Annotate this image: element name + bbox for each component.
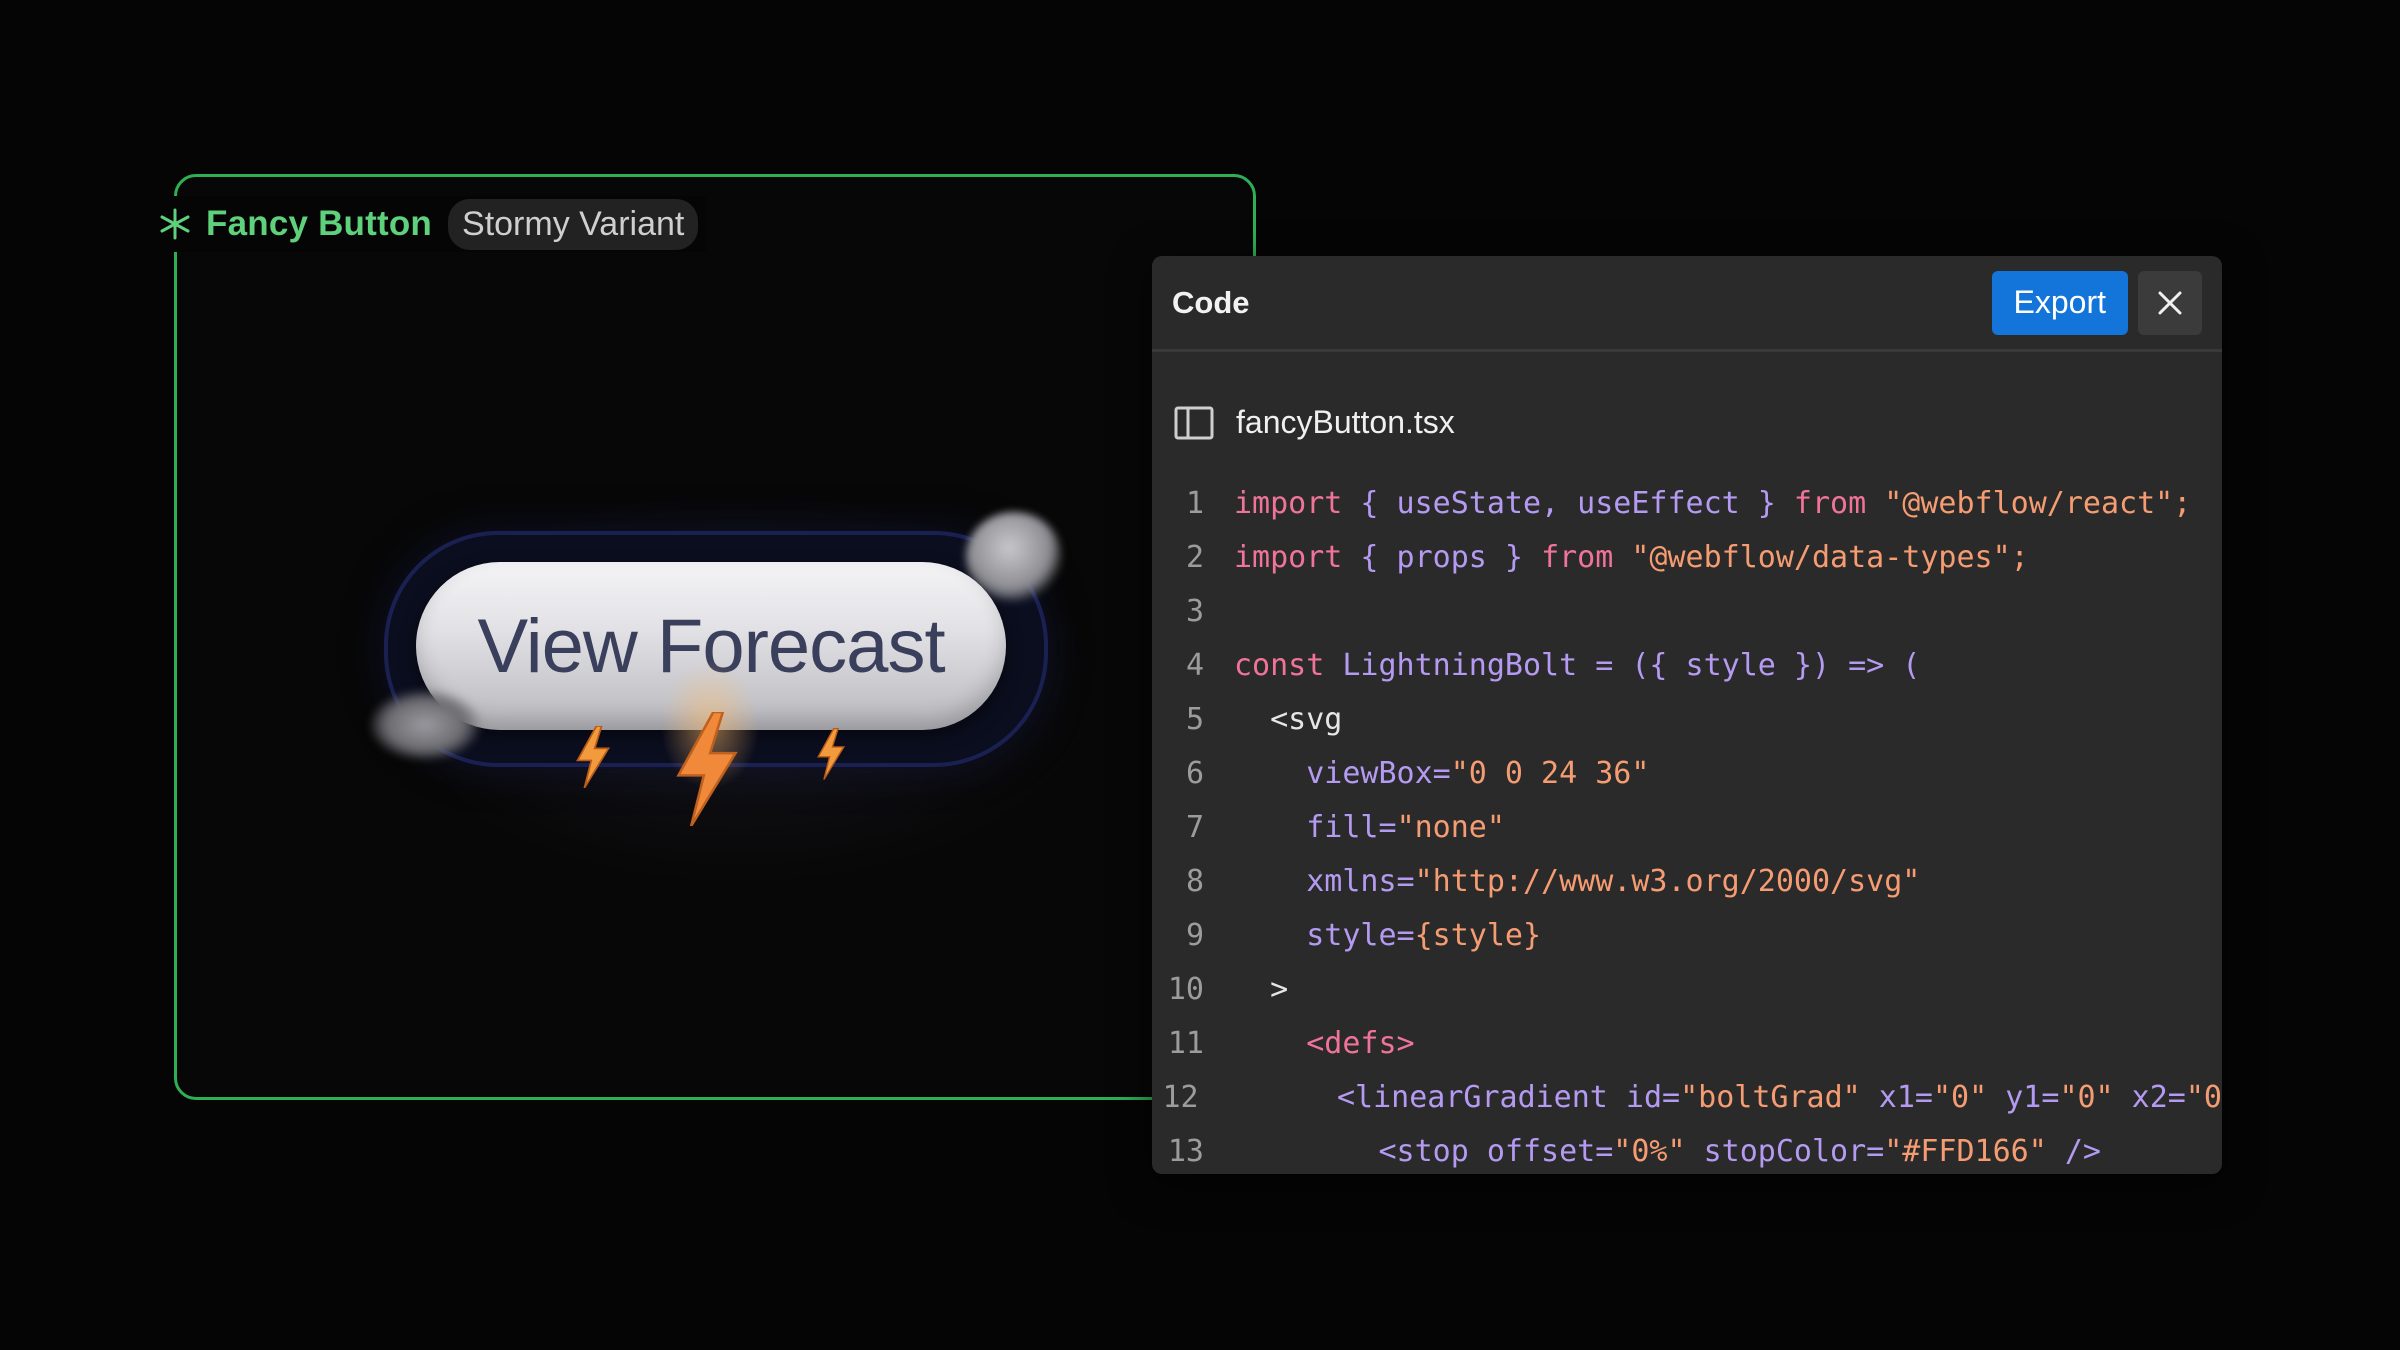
code-line: 12 <linearGradient id= "boltGrad" x1= "0" … [1152,1070,2222,1124]
code-line: 2 import { props } from "@webflow/data-ty… [1152,530,2222,584]
line-number: 5 [1185,701,1204,737]
code-token: from [1793,485,1867,521]
code-token: stopColor= [1685,1133,1885,1169]
panel-actions: Export [1991,270,2202,335]
code-token: "0 [2185,1079,2222,1115]
code-editor[interactable]: 1 import { useState, useEffect } from "@w… [1152,476,2222,1174]
code-line: 13 <stop offset= "0%" stopColor= "#FFD166"… [1152,1124,2222,1174]
code-token: { props } [1342,539,1542,575]
panel-title: Code [1172,284,1250,320]
line-number: 13 [1167,1133,1204,1169]
code-token: LightningBolt = ({ style }) => ( [1324,647,1921,683]
code-line: 10 > [1152,962,2222,1016]
code-token: x1= [1860,1079,1933,1115]
code-token: from [1541,539,1614,575]
code-line: 6 viewBox= "0 0 24 36" [1152,746,2222,800]
file-tab[interactable]: fancyButton.tsx [1174,404,1455,441]
code-token: "#FFD166" [1884,1133,2047,1169]
export-button[interactable]: Export [1991,270,2128,335]
code-line: 7 fill= "none" [1152,800,2222,854]
close-icon [2158,291,2182,314]
line-number: 8 [1185,863,1204,899]
code-token: fill= [1234,809,1397,845]
line-number: 1 [1185,485,1204,521]
code-token: <linearGradient id= [1228,1079,1681,1115]
line-number: 4 [1185,647,1204,683]
code-token: import [1234,485,1343,521]
code-token: /> [2046,1133,2101,1169]
line-number: 11 [1167,1025,1204,1061]
code-token: "@webflow/data-types"; [1613,539,2029,575]
code-panel: Code Export fancyButton.tsx 1 import { us… [1152,256,2222,1174]
code-token: <defs> [1234,1025,1415,1061]
code-token: xmlns= [1234,863,1415,899]
file-name: fancyButton.tsx [1236,404,1455,440]
code-token: "none" [1396,809,1505,845]
asterisk-icon [160,208,190,240]
code-token: x2= [2113,1079,2186,1115]
line-number: 9 [1185,917,1204,953]
lightning-bolt-icon [817,728,846,780]
code-token: { useState, useEffect } [1342,485,1794,521]
code-line: 5 <svg [1152,692,2222,746]
code-line: 4 const LightningBolt = ({ style }) => ( [1152,638,2222,692]
component-label[interactable]: Fancy Button Stormy Variant [152,196,707,252]
code-token: "0" [2059,1079,2114,1115]
code-token: "http://www.w3.org/2000/svg" [1414,863,1921,899]
code-line: 8 xmlns= "http://www.w3.org/2000/svg" [1152,854,2222,908]
sidebar-toggle-icon[interactable] [1174,406,1214,440]
code-token: {style} [1414,917,1542,953]
lightning-bolt-icon [676,712,738,826]
line-number: 7 [1185,809,1204,845]
code-line: 1 import { useState, useEffect } from "@w… [1152,476,2222,530]
code-token: "0 0 24 36" [1450,755,1650,791]
code-token: "0%" [1613,1133,1686,1169]
code-line: 3 [1152,584,2222,638]
panel-header: Code Export [1152,256,2222,352]
code-token: > [1234,971,1289,1007]
line-number: 12 [1162,1079,1199,1115]
code-token: style= [1234,917,1415,953]
line-number: 3 [1185,593,1204,629]
line-number: 6 [1185,755,1204,791]
cloud-icon [370,690,480,760]
code-token: const [1234,647,1325,683]
line-number: 10 [1167,971,1204,1007]
code-line: 9 style= {style} [1152,908,2222,962]
code-token: import [1234,539,1343,575]
close-button[interactable] [2138,270,2202,335]
code-token: viewBox= [1234,755,1451,791]
code-token: "boltGrad" [1680,1079,1861,1115]
code-token: <svg [1234,701,1343,737]
variant-badge[interactable]: Stormy Variant [448,198,699,250]
code-token: y1= [1987,1079,2060,1115]
lightning-bolt-icon [576,726,611,788]
component-name: Fancy Button [206,204,433,243]
code-token: "@webflow/react"; [1866,485,2192,521]
code-token: "0" [1933,1079,1988,1115]
line-number: 2 [1185,539,1204,575]
code-token: <stop offset= [1234,1133,1614,1169]
code-line: 11 <defs> [1152,1016,2222,1070]
